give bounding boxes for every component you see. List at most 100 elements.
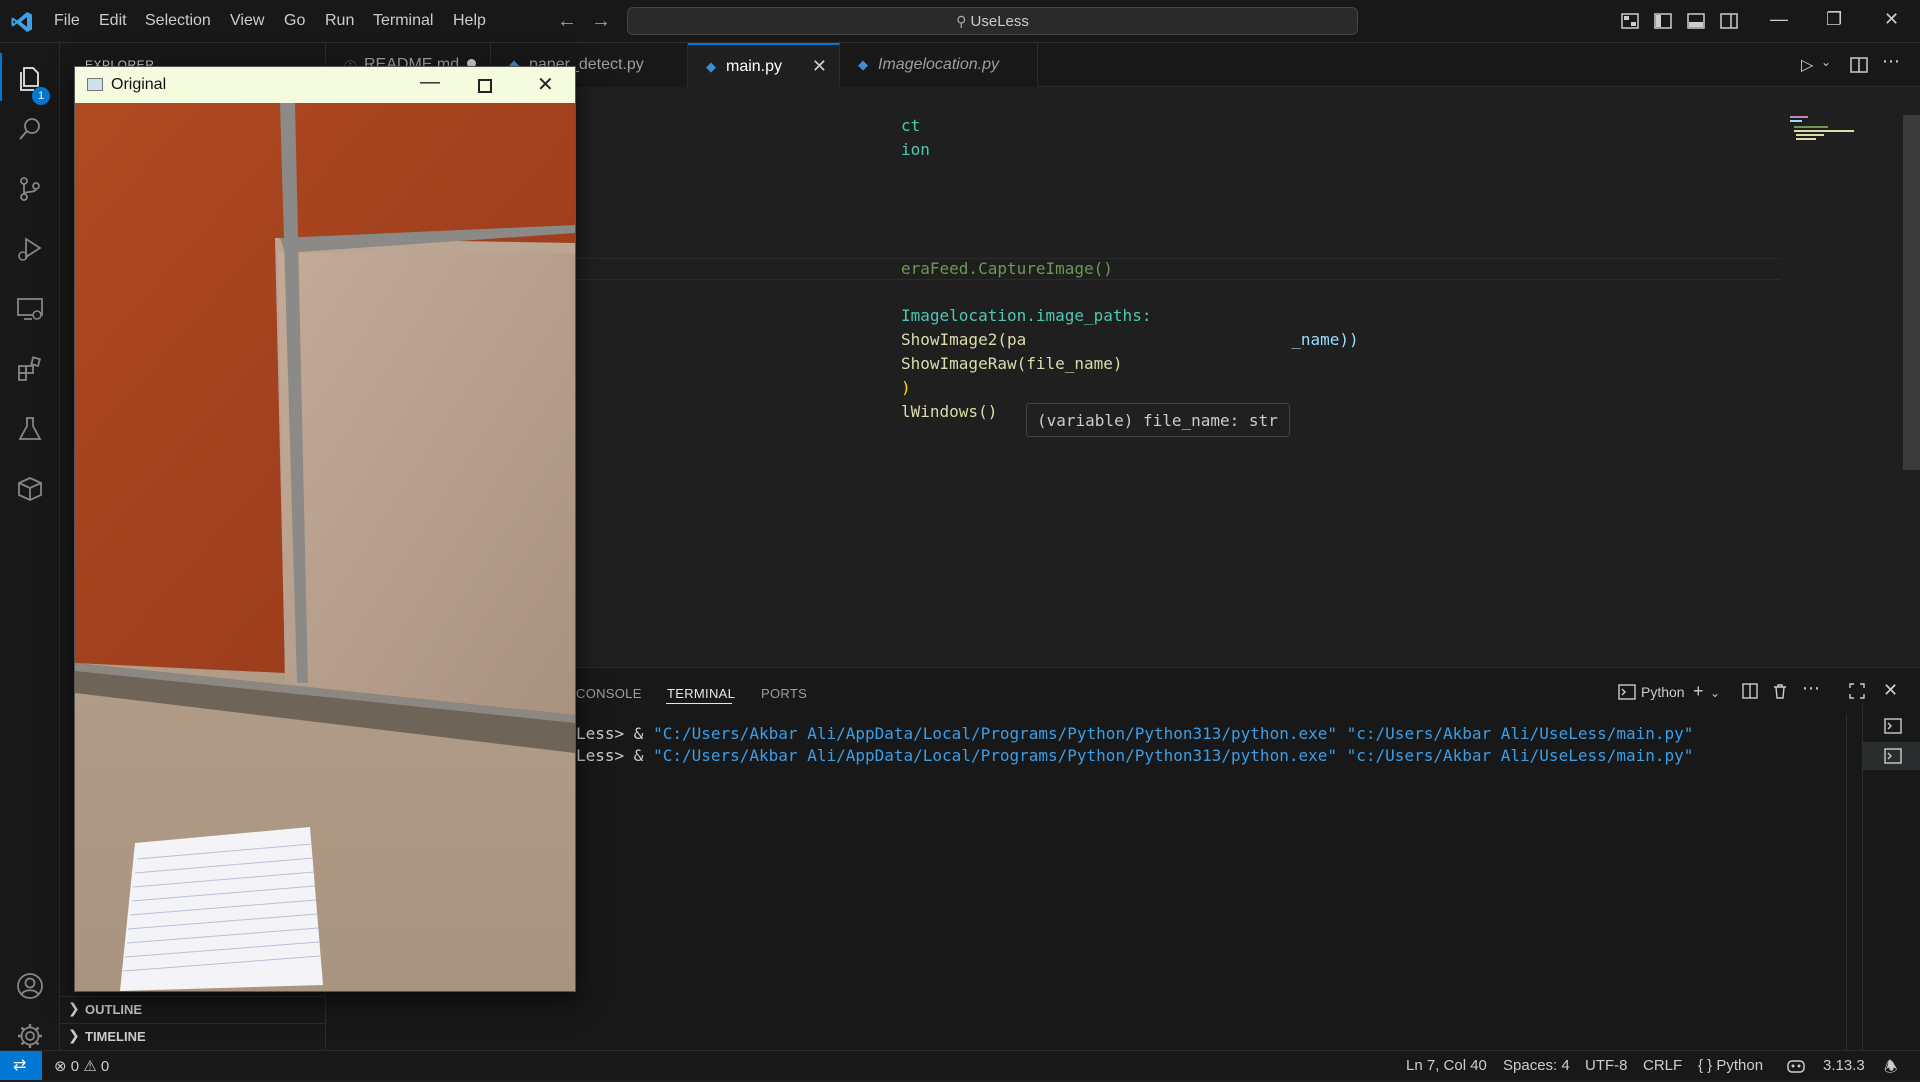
image-window-titlebar[interactable]: Original — ✕ (75, 67, 575, 103)
tab-main[interactable]: ◆ main.py ✕ (688, 43, 840, 87)
language-mode[interactable]: { } Python (1698, 1057, 1763, 1074)
run-debug-icon (18, 237, 42, 261)
menu-go[interactable]: Go (284, 12, 305, 30)
python-version[interactable]: 3.13.3 (1823, 1057, 1865, 1074)
run-python-file-icon[interactable]: ▷ (1801, 55, 1813, 75)
menu-help[interactable]: Help (453, 12, 486, 30)
explorer-button[interactable]: 1 (0, 53, 60, 105)
terminal-instance-icon[interactable] (1884, 747, 1902, 765)
close-icon[interactable]: ✕ (537, 72, 554, 97)
minimize-window-icon[interactable]: — (1770, 9, 1788, 30)
package-box-icon (18, 477, 42, 501)
terminal-scrollbar-track (1846, 714, 1847, 1050)
notifications-bell-icon[interactable]: 🕭 (1884, 1057, 1897, 1082)
window-app-icon (87, 78, 103, 91)
gear-icon (18, 1024, 42, 1048)
encoding[interactable]: UTF-8 (1585, 1057, 1628, 1074)
code-line: eraFeed.CaptureImage() (901, 259, 1113, 278)
restore-window-icon[interactable]: ❐ (1826, 9, 1842, 30)
problems-indicator[interactable]: ⊗ 0 ⚠ 0 (54, 1057, 109, 1075)
tab-console[interactable]: CONSOLE (576, 686, 642, 701)
menu-file[interactable]: File (54, 12, 80, 30)
tab-terminal[interactable]: TERMINAL (667, 686, 735, 701)
chevron-right-icon: ❯ (68, 1027, 80, 1043)
cursor-position[interactable]: Ln 7, Col 40 (1406, 1057, 1487, 1074)
source-control-button[interactable] (0, 163, 60, 211)
split-editor-icon[interactable] (1850, 56, 1868, 74)
terminal-icon (1618, 684, 1636, 700)
run-debug-button[interactable] (0, 223, 60, 271)
terminal-line: Less> & "C:/Users/Akbar Ali/AppData/Loca… (576, 724, 1694, 743)
vscode-logo-icon (11, 12, 32, 32)
customize-layout-icon[interactable] (1620, 11, 1640, 31)
trash-icon[interactable] (1772, 683, 1788, 699)
photo-graphic (75, 103, 575, 991)
more-actions-icon[interactable]: ⋯ (1802, 678, 1820, 699)
menu-view[interactable]: View (230, 12, 264, 30)
active-tab-underline (666, 703, 732, 704)
close-tab-icon[interactable]: ✕ (812, 56, 827, 77)
close-panel-icon[interactable]: ✕ (1883, 680, 1898, 701)
extensions-button[interactable] (0, 343, 60, 391)
close-window-icon[interactable]: ✕ (1884, 9, 1899, 30)
chevron-down-icon[interactable]: ⌄ (1710, 686, 1720, 700)
terminal-shell-name[interactable]: Python (1641, 684, 1685, 700)
code-line: ion (901, 140, 930, 159)
remote-explorer-button[interactable] (0, 283, 60, 331)
maximize-icon[interactable] (478, 79, 492, 93)
outline-section[interactable]: ❯ OUTLINE (60, 996, 326, 1022)
toggle-panel-icon[interactable] (1686, 11, 1706, 31)
menu-terminal[interactable]: Terminal (373, 12, 433, 30)
code-line: ct (901, 116, 921, 135)
terminal-list (1862, 705, 1920, 1050)
timeline-section[interactable]: ❯ TIMELINE (60, 1023, 326, 1049)
toggle-secondary-sidebar-icon[interactable] (1719, 11, 1739, 31)
hover-tooltip: (variable) file_name: str (1026, 403, 1290, 437)
more-actions-icon[interactable]: ⋯ (1882, 51, 1900, 72)
minimap[interactable] (1790, 116, 1860, 146)
maximize-panel-icon[interactable] (1849, 683, 1865, 699)
terminal-instance-icon[interactable] (1884, 717, 1902, 735)
menu-run[interactable]: Run (325, 12, 354, 30)
extensions-icon (18, 356, 42, 381)
remote-explorer-icon (17, 298, 43, 320)
editor-scrollbar[interactable] (1903, 115, 1920, 470)
timeline-label: TIMELINE (85, 1029, 146, 1044)
search-icon: ⚲ (956, 13, 967, 29)
menu-edit[interactable]: Edit (99, 12, 127, 30)
remote-indicator[interactable]: ⇄ (0, 1051, 42, 1080)
toggle-primary-sidebar-icon[interactable] (1653, 11, 1673, 31)
forward-arrow-icon[interactable]: → (591, 10, 611, 33)
split-terminal-icon[interactable] (1742, 683, 1758, 699)
search-view-button[interactable] (0, 103, 60, 151)
new-terminal-icon[interactable]: + (1693, 681, 1704, 702)
image-viewer-window[interactable]: Original — ✕ (74, 66, 576, 992)
terminal-line: Less> & "C:/Users/Akbar Ali/AppData/Loca… (576, 746, 1694, 765)
image-window-title: Original (111, 76, 167, 93)
tab-imagelocation[interactable]: ◆ Imagelocation.py (840, 43, 1038, 87)
copilot-icon[interactable] (1786, 1057, 1806, 1075)
back-arrow-icon[interactable]: ← (557, 10, 577, 33)
code-line: ShowImageRaw(file_name) (901, 354, 1123, 373)
activity-bar: 1 (0, 43, 60, 1050)
accounts-button[interactable] (0, 960, 60, 1008)
braces-icon: { } (1698, 1057, 1713, 1074)
minimize-icon[interactable]: — (420, 71, 440, 94)
code-line: ShowImage2(pa _name)) (901, 330, 1359, 349)
outline-label: OUTLINE (85, 1002, 143, 1017)
code-line: ) (901, 378, 911, 397)
indentation[interactable]: Spaces: 4 (1503, 1057, 1570, 1074)
end-of-line[interactable]: CRLF (1643, 1057, 1682, 1074)
remote-icon: ⇄ (13, 1057, 27, 1074)
testing-button[interactable] (0, 403, 60, 451)
title-bar: File Edit Selection View Go Run Terminal… (0, 0, 1920, 43)
menu-selection[interactable]: Selection (145, 12, 211, 30)
warning-icon: ⚠ (83, 1058, 97, 1075)
status-bar: ⇄ ⊗ 0 ⚠ 0 Ln 7, Col 40 Spaces: 4 UTF-8 C… (0, 1050, 1920, 1080)
command-center-search[interactable]: ⚲ UseLess (627, 7, 1358, 35)
chevron-down-icon[interactable]: ⌄ (1821, 55, 1831, 69)
flask-icon (18, 417, 42, 440)
packages-button[interactable] (0, 463, 60, 511)
tab-ports[interactable]: PORTS (761, 686, 807, 701)
account-icon (17, 973, 43, 999)
